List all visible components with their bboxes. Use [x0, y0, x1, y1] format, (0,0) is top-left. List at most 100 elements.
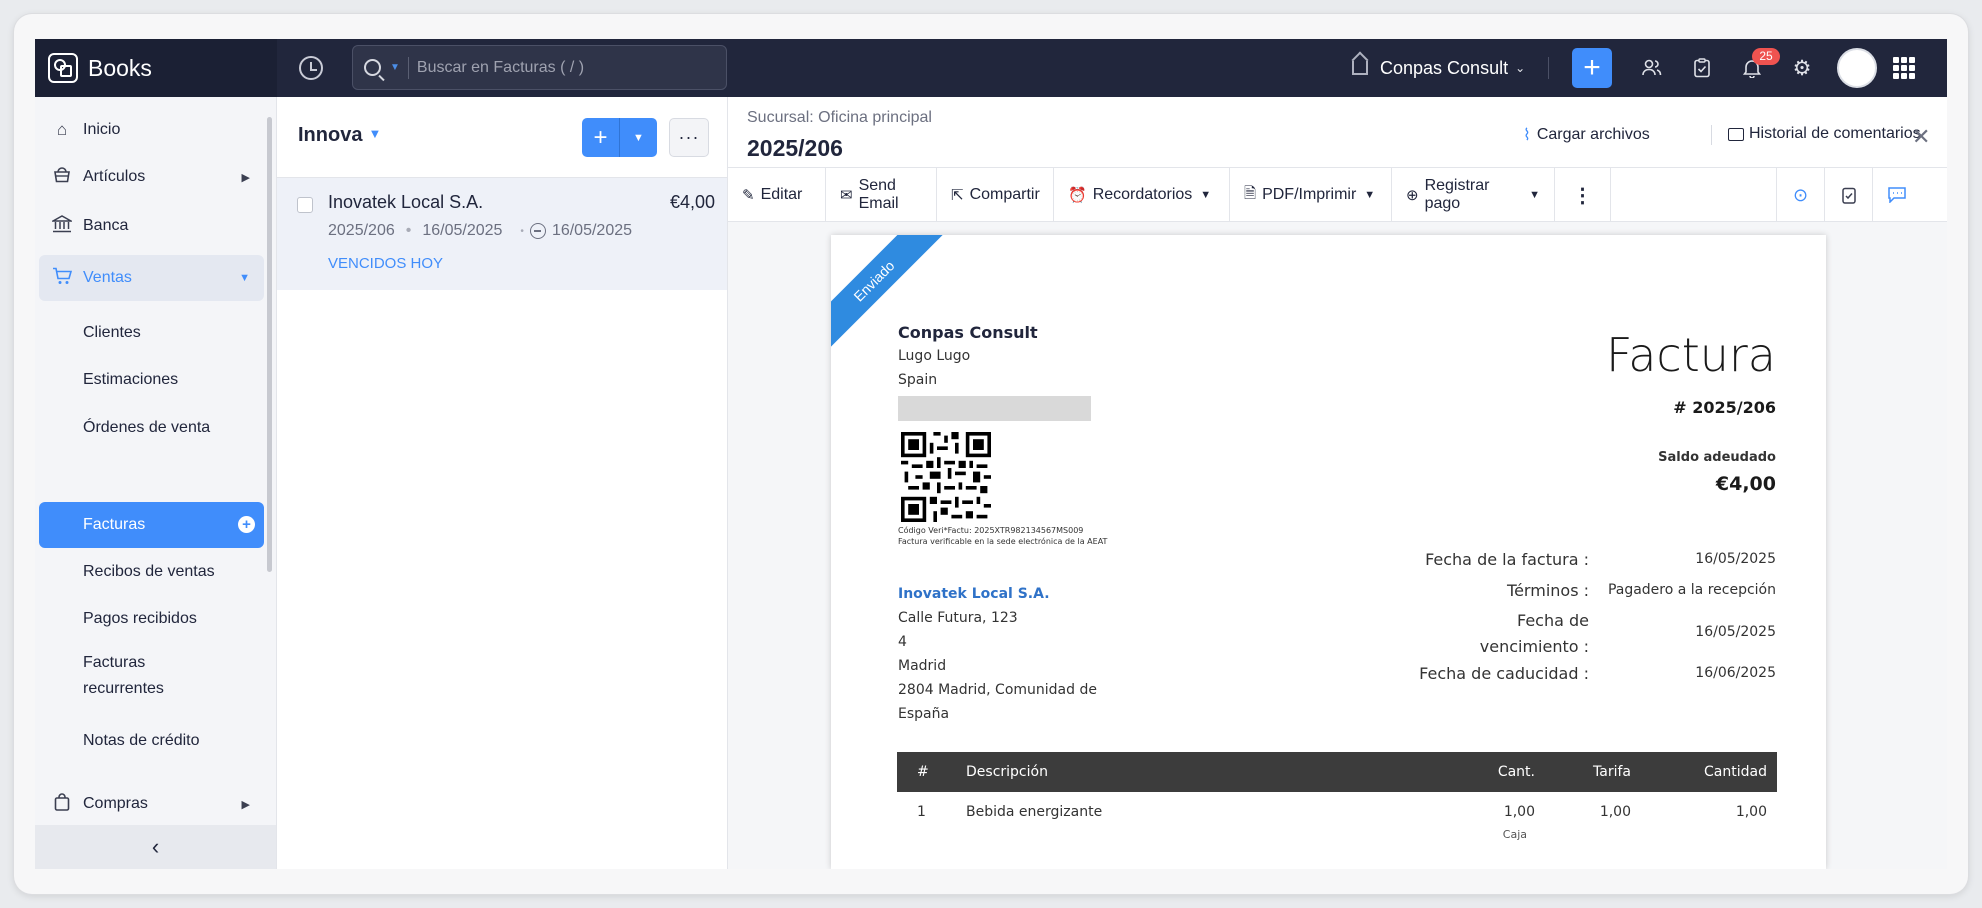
sidebar-item-inicio[interactable]: ⌂ Inicio [39, 107, 264, 153]
bill-to-address-line: 4 [898, 634, 907, 650]
app-launcher-grid-icon[interactable] [1893, 57, 1915, 79]
sidebar-sub-facturas[interactable]: Facturas + [39, 502, 264, 548]
edit-button[interactable]: ✎ Editar [728, 168, 826, 222]
caret-down-icon: ▼ [1529, 189, 1540, 201]
new-invoice-dropdown-icon[interactable]: ▼ [620, 118, 657, 157]
invoice-detail-panel: Sucursal: Oficina principal 2025/206 ⌇ C… [728, 97, 1947, 869]
search-bar[interactable]: ▼ [352, 45, 727, 90]
send-email-button[interactable]: ✉ Send Email [826, 168, 937, 222]
share-button[interactable]: ⇱ Compartir [937, 168, 1054, 222]
comment-history-link[interactable]: Historial de comentarios [1728, 125, 1921, 143]
table-row: 1 Bebida energizante 1,00 Caja 1,00 1,00 [897, 792, 1777, 862]
record-payment-button[interactable]: ⊕ Registrar pago ▼ [1392, 168, 1555, 222]
balance-due-label: Saldo adeudado [1658, 450, 1776, 465]
new-invoice-plus-icon[interactable]: + [582, 118, 620, 157]
organization-switcher[interactable]: Conpas Consult ⌄ [1352, 39, 1525, 97]
search-scope-chevron-icon[interactable]: ▼ [390, 62, 400, 73]
notification-count-badge: 25 [1752, 48, 1780, 65]
brand[interactable]: Books [35, 39, 277, 97]
sidebar-scrollbar[interactable] [267, 117, 272, 572]
company-address-line: Spain [898, 372, 938, 388]
col-amount: Cantidad [1704, 764, 1767, 780]
comment-icon [1728, 127, 1744, 141]
sidebar-sub-notas-de-credito[interactable]: Notas de crédito [39, 718, 264, 764]
upload-files-link[interactable]: ⌇ Cargar archivos [1523, 125, 1650, 145]
sidebar-collapse-button[interactable]: ‹ [35, 825, 276, 869]
link-icon[interactable]: ⊙ [1776, 168, 1824, 222]
header-divider [1711, 125, 1712, 145]
sidebar-item-compras[interactable]: Compras ▶ [39, 781, 264, 827]
users-icon[interactable] [1640, 56, 1664, 80]
organization-icon [1352, 61, 1368, 75]
col-rate: Tarifa [1593, 764, 1631, 780]
row-due-date: 16/05/2025 [551, 222, 633, 239]
sidebar-item-label: Ventas [83, 269, 132, 286]
home-icon: ⌂ [56, 120, 68, 139]
new-invoice-split-button[interactable]: + ▼ [582, 118, 657, 157]
close-icon[interactable]: ✕ [1912, 124, 1930, 150]
due-date-label: Fecha de vencimiento : [1479, 611, 1589, 656]
row-meta: 2025/206 • 16/05/2025 • 16/05/2025 [328, 222, 632, 240]
terms-label: Términos : [1507, 581, 1589, 600]
gear-icon[interactable]: ⚙ [1790, 56, 1814, 80]
row-invoice-number: 2025/206 [328, 222, 395, 239]
record-payment-label: Registrar pago [1424, 177, 1490, 212]
sidebar-item-articulos[interactable]: Artículos ▶ [39, 154, 264, 200]
invoice-list-row[interactable]: Inovatek Local S.A. €4,00 2025/206 • 16/… [277, 178, 727, 290]
sidebar-sub-pagos-recibidos[interactable]: Pagos recibidos [39, 596, 264, 642]
bill-to-address-line: España [898, 706, 950, 722]
user-avatar[interactable] [1837, 48, 1877, 88]
caret-down-icon: ▼ [1200, 189, 1212, 201]
search-icon[interactable] [364, 59, 381, 76]
bill-to-address-line: Calle Futura, 123 [898, 610, 1018, 626]
branch-label: Sucursal: Oficina principal [747, 109, 932, 126]
shopping-bag-icon [51, 792, 73, 816]
books-logo-icon [48, 53, 78, 83]
more-actions-kebab-icon[interactable]: ⋮ [1555, 168, 1611, 222]
tasks-checklist-icon[interactable] [1824, 168, 1872, 222]
redacted-block [898, 396, 1091, 421]
tasks-icon[interactable] [1690, 56, 1714, 80]
expiry-date-value: 16/06/2025 [1695, 665, 1776, 681]
company-name: Conpas Consult [898, 323, 1038, 342]
more-options-button[interactable]: ··· [669, 118, 709, 157]
row-status: VENCIDOS HOY [328, 255, 444, 272]
sidebar-sub-recibos-de-ventas[interactable]: Recibos de ventas [39, 549, 264, 595]
invoice-list-panel: Innova ▼ + ▼ ··· Inovatek Local S.A. €4,0… [277, 97, 728, 869]
list-view-selector[interactable]: Innova ▼ [298, 124, 381, 147]
paperclip-icon: ⌇ [1523, 127, 1531, 144]
col-quantity: Cant. [1497, 764, 1535, 780]
caret-right-icon[interactable]: ▶ [242, 171, 250, 184]
row-number: 1 [917, 804, 926, 820]
search-input[interactable] [416, 58, 726, 77]
chat-icon[interactable] [1872, 168, 1920, 222]
col-number: # [917, 764, 929, 780]
pdf-icon: 🗎 [1244, 184, 1257, 202]
chevron-down-icon: ⌄ [1515, 61, 1526, 75]
caret-right-icon[interactable]: ▶ [242, 798, 250, 811]
recent-history-icon[interactable] [299, 56, 323, 80]
bill-to-name[interactable]: Inovatek Local S.A. [898, 586, 1050, 602]
pencil-icon: ✎ [742, 187, 755, 204]
sidebar-sub-facturas-recurrentes[interactable]: Facturas recurrentes [39, 643, 239, 709]
sidebar-sub-estimaciones[interactable]: Estimaciones [39, 357, 264, 403]
add-invoice-icon[interactable]: + [238, 516, 255, 533]
reminders-button[interactable]: ⏰ Recordatorios ▼ [1054, 168, 1230, 222]
pdf-print-button[interactable]: 🗎 PDF/Imprimir ▼ [1230, 168, 1392, 222]
quick-create-button[interactable]: + [1572, 48, 1612, 88]
download-circle-icon: ⊕ [1406, 187, 1419, 204]
terms-value: Pagadero a la recepción [1607, 582, 1776, 598]
row-checkbox[interactable] [297, 197, 313, 213]
row-unit: Caja [1502, 828, 1527, 841]
envelope-icon: ✉ [840, 187, 853, 204]
caret-down-icon[interactable]: ▼ [239, 272, 250, 284]
pdf-print-label: PDF/Imprimir [1262, 186, 1357, 203]
row-amount: 1,00 [1735, 804, 1767, 820]
sidebar-sub-clientes[interactable]: Clientes [39, 310, 264, 356]
invoice-date-label: Fecha de la factura : [1425, 550, 1589, 569]
row-description: Bebida energizante [966, 804, 1103, 820]
sidebar-item-banca[interactable]: Banca [39, 203, 264, 249]
list-view-title: Innova [298, 124, 363, 146]
sidebar-item-ventas[interactable]: Ventas ▼ [39, 255, 264, 301]
sidebar-sub-ordenes-de-venta[interactable]: Órdenes de venta [39, 405, 264, 451]
